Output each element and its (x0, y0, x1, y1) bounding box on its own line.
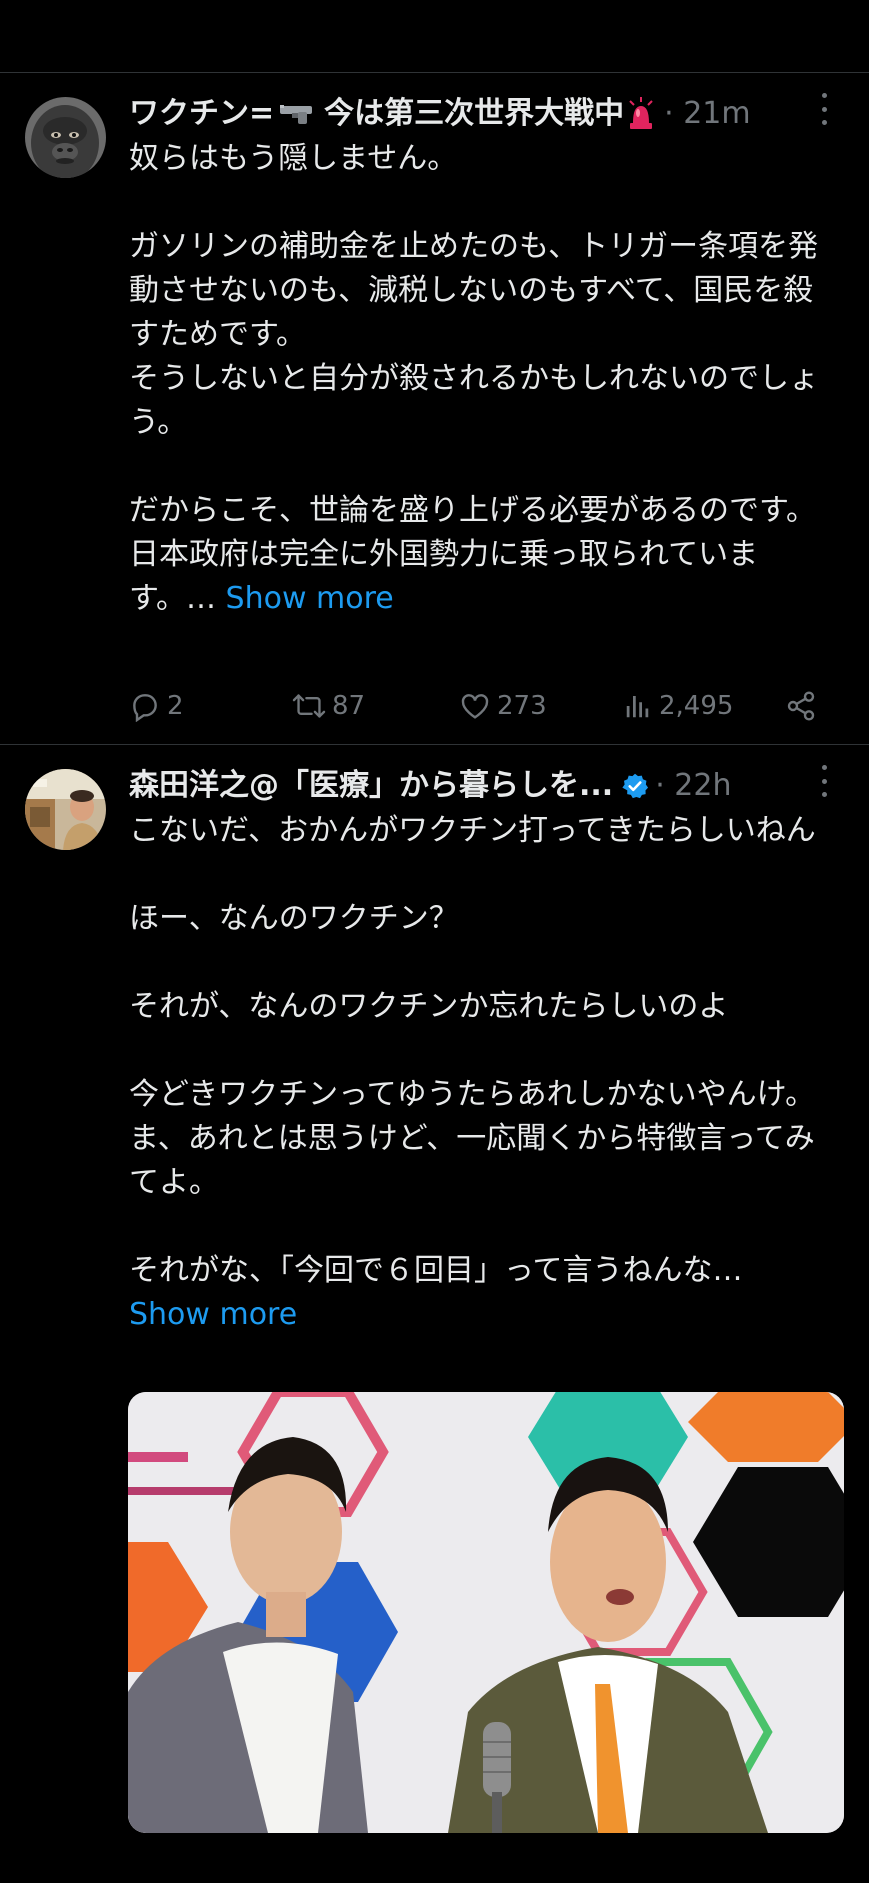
share-icon (785, 690, 817, 722)
tweet-header: ワクチン= 今は第三次世界大戦中 · 21m (129, 89, 849, 139)
reply-button[interactable]: 2 (129, 690, 184, 722)
timestamp[interactable]: · 22h (655, 761, 731, 811)
repost-icon (292, 690, 326, 722)
verified-badge-icon (621, 772, 649, 800)
tweet-text: こないだ、おかんがワクチン打ってきたらしいねん ほー、なんのワクチン？ それが、… (129, 809, 829, 1337)
tweet-actions: 2 87 273 2,495 (129, 686, 829, 726)
views-icon (623, 690, 653, 722)
pistol-icon (278, 103, 314, 125)
heart-icon (459, 690, 491, 722)
reply-icon (129, 690, 161, 722)
timestamp[interactable]: · 21m (664, 89, 750, 139)
avatar[interactable] (25, 97, 106, 178)
reply-count: 2 (167, 691, 184, 721)
more-options-icon[interactable] (819, 765, 829, 797)
share-button[interactable] (785, 690, 817, 722)
tweet-header: 森田洋之@「医療」から暮らしを... · 22h (129, 761, 849, 811)
tweet-text-content: 奴らはもう隠しません。 ガソリンの補助金を止めたのも、トリガー条項を発動させない… (129, 141, 819, 616)
timeline-feed: ワクチン= 今は第三次世界大戦中 · 21m 奴らはもう隠しません。 ガソリンの… (0, 0, 869, 1883)
author-name-suffix[interactable]: 今は第三次世界大戦中 (324, 89, 624, 139)
show-more-link[interactable]: Show more (129, 1297, 297, 1332)
tweet-media-image[interactable] (128, 1392, 844, 1833)
tweet[interactable]: 森田洋之@「医療」から暮らしを... · 22h こないだ、おかんがワクチン打っ… (0, 745, 869, 1883)
rotating-light-icon (628, 97, 654, 131)
tweet[interactable]: ワクチン= 今は第三次世界大戦中 · 21m 奴らはもう隠しません。 ガソリンの… (0, 73, 869, 744)
more-options-icon[interactable] (819, 93, 829, 125)
like-count: 273 (497, 691, 547, 721)
views-count: 2,495 (659, 691, 734, 721)
views-button[interactable]: 2,495 (623, 690, 733, 722)
like-button[interactable]: 273 (459, 690, 547, 722)
repost-count: 87 (332, 691, 366, 721)
tweet-text: 奴らはもう隠しません。 ガソリンの補助金を止めたのも、トリガー条項を発動させない… (129, 137, 829, 621)
show-more-link[interactable]: Show more (226, 581, 394, 616)
author-name[interactable]: ワクチン= (129, 89, 274, 139)
avatar[interactable] (25, 769, 106, 850)
author-name[interactable]: 森田洋之@「医療」から暮らしを... (129, 761, 613, 811)
repost-button[interactable]: 87 (292, 690, 365, 722)
tweet-text-content: こないだ、おかんがワクチン打ってきたらしいねん ほー、なんのワクチン？ それが、… (129, 813, 816, 1288)
